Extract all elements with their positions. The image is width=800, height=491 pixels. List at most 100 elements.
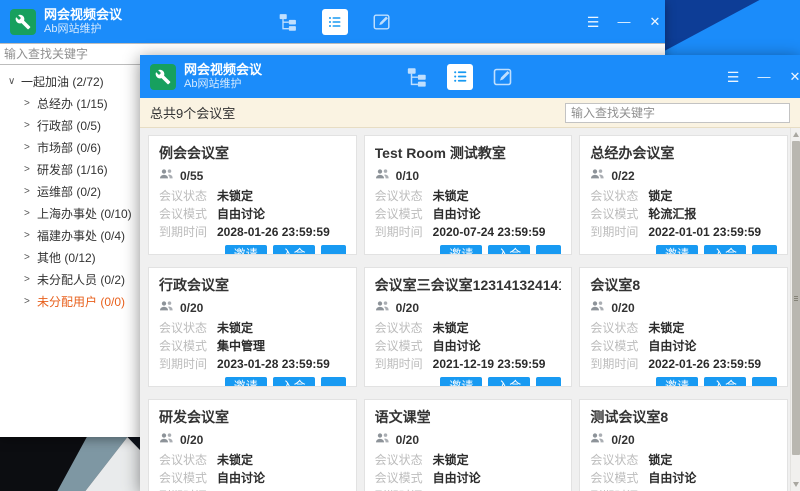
tree-item-label: 运维部 (0/2) — [37, 183, 101, 200]
status-value: 未锁定 — [217, 321, 253, 335]
people-count-icon — [159, 431, 174, 449]
status-value: 未锁定 — [217, 189, 253, 203]
mode-value: 自由讨论 — [648, 339, 696, 353]
chevron-icon[interactable]: > — [24, 120, 37, 131]
mode-value: 自由讨论 — [217, 471, 265, 485]
scrollbar-thumb[interactable] — [792, 141, 800, 455]
chevron-icon[interactable]: > — [24, 186, 37, 197]
expire-value: 2028-01-26 23:59:59 — [217, 225, 330, 239]
more-button[interactable]: ... — [752, 245, 777, 255]
wrench-app-icon — [10, 9, 36, 35]
menu-icon[interactable]: ☰ — [725, 70, 741, 84]
contacts-window-titlebar[interactable]: 网会视频会议 Ab网站维护 ☰ — ✕ — [0, 0, 665, 43]
room-member-count: 0/20 — [180, 433, 203, 447]
menu-icon[interactable]: ☰ — [585, 15, 601, 29]
summary-bar: 总共9个会议室 — [140, 98, 800, 128]
people-count-icon — [590, 299, 605, 317]
join-button[interactable]: 入会 — [488, 377, 530, 387]
meeting-list-icon[interactable] — [322, 9, 348, 35]
more-button[interactable]: ... — [752, 377, 777, 387]
expire-value: 2022-01-01 23:59:59 — [648, 225, 761, 239]
chevron-icon[interactable]: > — [24, 142, 37, 153]
chevron-icon[interactable]: > — [24, 98, 37, 109]
expire-label: 到期时间 — [375, 357, 433, 371]
join-button[interactable]: 入会 — [273, 377, 315, 387]
expire-value: 2021-12-19 23:59:59 — [433, 357, 546, 371]
app-subtitle: Ab网站维护 — [184, 78, 262, 91]
join-button[interactable]: 入会 — [704, 245, 746, 255]
chevron-icon[interactable]: > — [24, 164, 37, 175]
minimize-button[interactable]: — — [756, 70, 772, 83]
mode-value: 自由讨论 — [648, 471, 696, 485]
tree-item-label: 行政部 (0/5) — [37, 117, 101, 134]
scroll-down-icon[interactable] — [793, 482, 799, 487]
scrollbar[interactable] — [790, 128, 800, 491]
more-button[interactable]: ... — [321, 245, 346, 255]
app-subtitle: Ab网站维护 — [44, 23, 122, 36]
chevron-icon[interactable]: > — [24, 296, 37, 307]
org-chart-icon[interactable] — [276, 10, 300, 34]
mode-value: 自由讨论 — [433, 471, 481, 485]
tree-item-label: 一起加油 (2/72) — [21, 73, 104, 90]
tree-item-label: 总经办 (1/15) — [37, 95, 108, 112]
scroll-up-icon[interactable] — [793, 132, 799, 137]
invite-button[interactable]: 邀请 — [440, 245, 482, 255]
room-card-grid: 例会会议室 0/55 会议状态 未锁定 会议模式 自由讨论 到期时间 2028-… — [140, 128, 790, 491]
invite-button[interactable]: 邀请 — [225, 377, 267, 387]
room-name: 总经办会议室 — [590, 143, 777, 163]
room-name: Test Room 测试教室 — [375, 143, 562, 163]
join-button[interactable]: 入会 — [488, 245, 530, 255]
mode-value: 自由讨论 — [217, 207, 265, 221]
org-chart-icon[interactable] — [405, 65, 429, 89]
close-button[interactable]: ✕ — [787, 70, 800, 83]
room-count-summary: 总共9个会议室 — [150, 103, 235, 122]
room-search-input[interactable] — [565, 103, 790, 123]
room-card: 会议室8 0/20 会议状态 未锁定 会议模式 自由讨论 到期时间 2022-0… — [579, 267, 788, 387]
people-count-icon — [375, 431, 390, 449]
chevron-icon[interactable]: > — [24, 230, 37, 241]
room-card: 行政会议室 0/20 会议状态 未锁定 会议模式 集中管理 到期时间 2023-… — [148, 267, 357, 387]
scrollbar-grip-icon — [794, 298, 798, 299]
room-card: Test Room 测试教室 0/10 会议状态 未锁定 会议模式 自由讨论 到… — [364, 135, 573, 255]
room-card: 例会会议室 0/55 会议状态 未锁定 会议模式 自由讨论 到期时间 2028-… — [148, 135, 357, 255]
status-value: 未锁定 — [433, 321, 469, 335]
more-button[interactable]: ... — [536, 245, 561, 255]
minimize-button[interactable]: — — [616, 15, 632, 28]
expire-value: 2023-01-28 23:59:59 — [217, 357, 330, 371]
expire-value: 2020-07-24 23:59:59 — [433, 225, 546, 239]
join-button[interactable]: 入会 — [704, 377, 746, 387]
tree-item-label: 未分配人员 (0/2) — [37, 271, 125, 288]
edit-icon[interactable] — [491, 65, 515, 89]
room-name: 语文课堂 — [375, 407, 562, 427]
more-button[interactable]: ... — [321, 377, 346, 387]
mode-label: 会议模式 — [590, 207, 648, 221]
invite-button[interactable]: 邀请 — [656, 377, 698, 387]
edit-icon[interactable] — [370, 10, 394, 34]
meeting-rooms-titlebar[interactable]: 网会视频会议 Ab网站维护 ☰ — ✕ — [140, 55, 800, 98]
desktop: 网会视频会议 Ab网站维护 ☰ — ✕ ∨ — [0, 0, 800, 491]
meeting-list-icon[interactable] — [447, 64, 473, 90]
invite-button[interactable]: 邀请 — [225, 245, 267, 255]
chevron-icon[interactable]: > — [24, 208, 37, 219]
status-label: 会议状态 — [590, 189, 648, 203]
chevron-icon[interactable]: > — [24, 252, 37, 263]
expire-label: 到期时间 — [159, 357, 217, 371]
chevron-icon[interactable]: ∨ — [8, 76, 21, 87]
app-title: 网会视频会议 — [44, 8, 122, 23]
room-member-count: 0/20 — [611, 433, 634, 447]
room-name: 会议室8 — [590, 275, 777, 295]
app-title: 网会视频会议 — [184, 63, 262, 78]
chevron-icon[interactable]: > — [24, 274, 37, 285]
people-count-icon — [159, 167, 174, 185]
people-count-icon — [590, 431, 605, 449]
invite-button[interactable]: 邀请 — [656, 245, 698, 255]
expire-label: 到期时间 — [590, 357, 648, 371]
tree-item-label: 上海办事处 (0/10) — [37, 205, 132, 222]
mode-value: 轮流汇报 — [648, 207, 696, 221]
more-button[interactable]: ... — [536, 377, 561, 387]
join-button[interactable]: 入会 — [273, 245, 315, 255]
invite-button[interactable]: 邀请 — [440, 377, 482, 387]
people-count-icon — [375, 167, 390, 185]
close-button[interactable]: ✕ — [647, 15, 663, 28]
desktop-wallpaper-top-right — [665, 0, 800, 55]
